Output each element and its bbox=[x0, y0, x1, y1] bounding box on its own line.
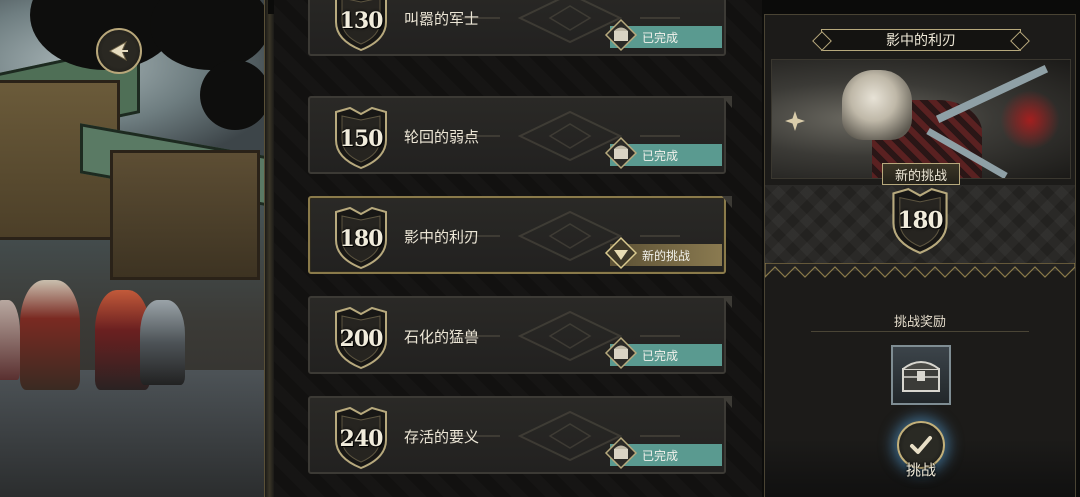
star-icon bbox=[785, 111, 805, 131]
challenge-list[interactable]: 130 叫嚣的军士 已完成 150 轮回的弱点 已完成 180 影中的利刃 新的挑战 200 石化的… bbox=[274, 0, 762, 497]
challenge-detail-panel: 影中的利刃 新的挑战 180 挑战奖励 挑战 bbox=[764, 14, 1076, 497]
challenge-row[interactable]: 180 影中的利刃新的挑战 bbox=[308, 196, 732, 274]
back-button[interactable] bbox=[96, 28, 142, 74]
status-text: 已完成 bbox=[642, 30, 679, 45]
new-challenge-badge: 新的挑战 bbox=[882, 163, 960, 185]
status-diamond-icon bbox=[604, 336, 638, 370]
level-number: 200 bbox=[339, 326, 384, 352]
checkmark-icon bbox=[910, 436, 932, 454]
hero-character bbox=[20, 280, 80, 390]
level-shield: 180 bbox=[887, 187, 953, 255]
badge-label: 新的挑战 bbox=[894, 168, 947, 184]
challenge-title: 存活的要义 bbox=[404, 428, 480, 446]
level-number: 180 bbox=[339, 226, 384, 252]
boss-portrait bbox=[771, 59, 1071, 179]
challenge-row[interactable]: 200 石化的猛兽已完成 bbox=[308, 296, 732, 374]
hero-character bbox=[0, 300, 20, 380]
challenge-row[interactable]: 240 存活的要义已完成 bbox=[308, 396, 732, 474]
completed-chest-icon bbox=[604, 436, 638, 470]
level-number: 150 bbox=[339, 126, 384, 152]
level-number: 180 bbox=[897, 207, 943, 234]
status-text: 已完成 bbox=[642, 448, 679, 463]
status-diamond-icon bbox=[604, 136, 638, 170]
portrait-effect bbox=[1000, 90, 1060, 150]
hero-character bbox=[140, 300, 185, 385]
level-number: 240 bbox=[339, 426, 384, 452]
status-diamond-icon bbox=[604, 436, 638, 470]
band-edge-trim bbox=[765, 263, 1075, 278]
back-arrow-icon bbox=[108, 40, 128, 62]
reward-item[interactable] bbox=[891, 345, 951, 405]
new-challenge-icon bbox=[604, 236, 638, 270]
scene-illustration bbox=[0, 0, 268, 497]
status-text: 新的挑战 bbox=[642, 248, 691, 263]
detail-title-banner: 影中的利刃 bbox=[821, 29, 1021, 51]
challenge-title: 轮回的弱点 bbox=[404, 128, 480, 146]
challenge-button[interactable]: 挑战 bbox=[891, 417, 951, 493]
detail-title: 影中的利刃 bbox=[886, 33, 956, 49]
level-shield: 240 bbox=[330, 406, 392, 470]
status-diamond-icon bbox=[604, 18, 638, 52]
challenge-title: 石化的猛兽 bbox=[404, 328, 480, 346]
challenge-row[interactable]: 130 叫嚣的军士已完成 bbox=[308, 0, 726, 56]
level-shield: 180 bbox=[330, 206, 392, 270]
treasure-chest-icon bbox=[902, 361, 940, 392]
status-diamond-icon bbox=[604, 236, 638, 270]
level-shield: 130 bbox=[330, 0, 392, 52]
level-shield: 200 bbox=[330, 306, 392, 370]
level-number: 130 bbox=[339, 8, 384, 34]
challenge-title: 影中的利刃 bbox=[404, 228, 480, 246]
completed-chest-icon bbox=[604, 336, 638, 370]
challenge-button-label: 挑战 bbox=[905, 461, 936, 479]
completed-chest-icon bbox=[604, 136, 638, 170]
panel-divider bbox=[264, 0, 274, 497]
reward-title: 挑战奖励 bbox=[893, 315, 946, 330]
challenge-row[interactable]: 150 轮回的弱点已完成 bbox=[308, 96, 732, 174]
level-shield: 150 bbox=[330, 106, 392, 170]
scene-house bbox=[110, 150, 260, 280]
completed-chest-icon bbox=[604, 18, 638, 52]
reward-divider bbox=[811, 331, 1029, 332]
scene-shadow bbox=[200, 60, 268, 130]
status-text: 已完成 bbox=[642, 148, 679, 163]
challenge-title: 叫嚣的军士 bbox=[404, 10, 480, 28]
status-text: 已完成 bbox=[642, 348, 679, 363]
portrait-beast bbox=[842, 70, 912, 140]
